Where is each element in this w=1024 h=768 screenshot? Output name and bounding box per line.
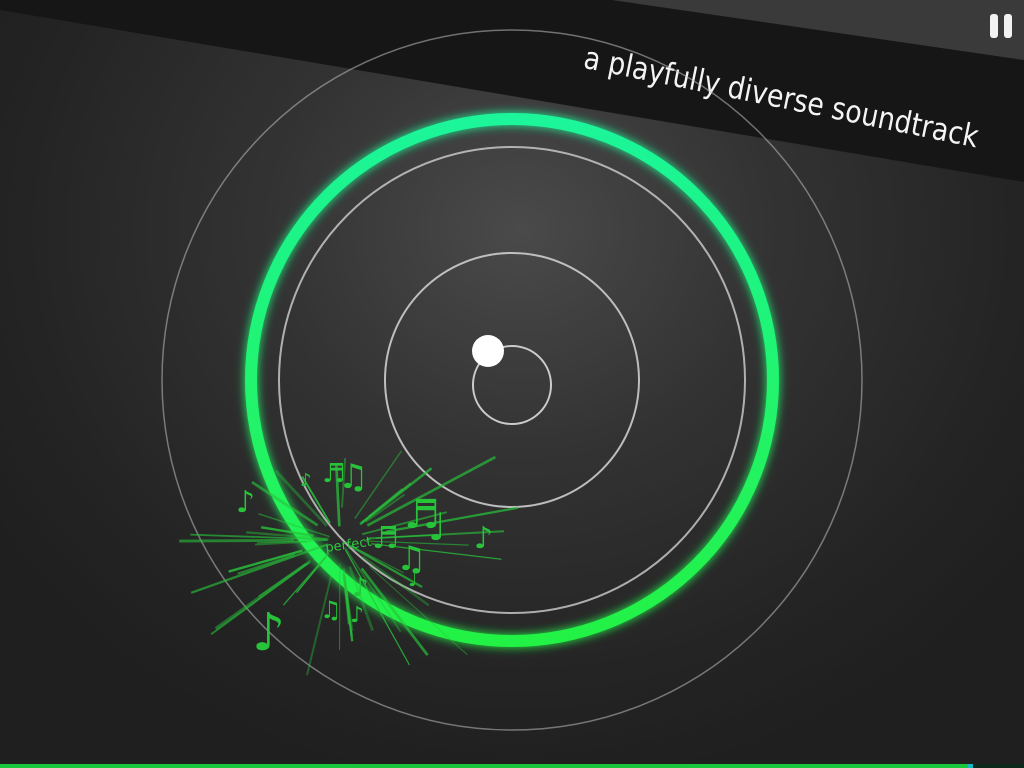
music-note-icon: ♩ <box>408 567 417 591</box>
music-note-icon: ♫ <box>338 457 368 497</box>
beat-ring[interactable] <box>245 113 779 647</box>
pause-icon-bar <box>1004 14 1012 38</box>
second-guide-ring <box>384 252 640 508</box>
burst-ray <box>306 576 333 676</box>
burst-ray <box>228 549 303 573</box>
burst-ray <box>237 553 296 575</box>
music-note-icon: ♩ <box>428 505 446 549</box>
game-field[interactable]: ♪♬♫♬♩ ♪♫♪♫♪♪♬♩♪ perfect <box>0 0 1024 768</box>
song-progress-tail <box>967 764 974 768</box>
music-note-icon: ♪ <box>352 573 369 603</box>
music-note-icon: ♪ <box>474 521 493 556</box>
pause-icon <box>990 14 998 38</box>
burst-ray <box>179 538 294 543</box>
burst-ray <box>368 488 404 518</box>
music-note-icon: ♪ <box>252 603 285 663</box>
burst-ray <box>190 543 329 594</box>
song-progress-bar <box>0 764 1024 768</box>
music-note-icon: ♪ <box>236 485 255 520</box>
music-note-icon: ♫ <box>320 596 342 624</box>
music-note-icon: ♬ <box>372 521 399 556</box>
burst-ray <box>258 563 307 598</box>
music-note-icon: ♪ <box>350 603 364 628</box>
song-progress-fill <box>0 764 968 768</box>
music-note-icon: ♪ <box>300 470 312 491</box>
player-dot[interactable] <box>472 335 504 367</box>
game-stage[interactable]: a playfully diverse soundtrack ♪ ♬ ♫ ♬ ♩ ♪ ♫ ♪ ♫… <box>0 0 1024 768</box>
pause-button[interactable] <box>984 8 1018 42</box>
burst-ray <box>296 556 327 594</box>
